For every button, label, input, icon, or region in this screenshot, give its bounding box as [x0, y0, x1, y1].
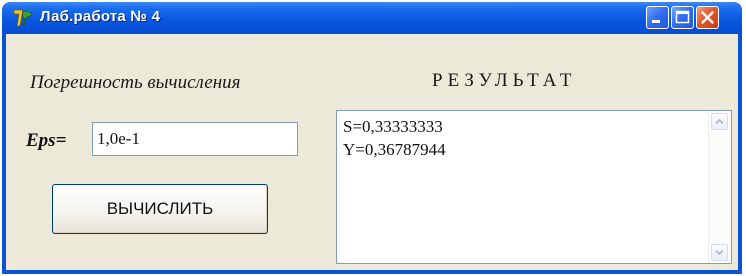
calculate-button[interactable]: ВЫЧИСЛИТЬ	[52, 184, 268, 234]
form-body: Погрешность вычисления РЕЗУЛЬТАТ Eps= ВЫ…	[6, 34, 738, 270]
result-label: РЕЗУЛЬТАТ	[432, 70, 577, 91]
maximize-button[interactable]	[671, 6, 694, 29]
maximize-icon	[675, 10, 690, 24]
title-bar[interactable]: Лаб.работа № 4	[2, 2, 742, 34]
scroll-down-button[interactable]	[711, 244, 728, 261]
eps-label: Eps=	[26, 130, 67, 151]
result-text: S=0,33333333 Y=0,36787944	[343, 115, 446, 161]
scroll-down-arrow-icon	[715, 249, 724, 256]
error-label: Погрешность вычисления	[30, 72, 241, 93]
close-icon	[701, 11, 714, 24]
minimize-button[interactable]	[646, 6, 669, 29]
eps-input[interactable]	[92, 122, 298, 156]
vertical-scrollbar[interactable]	[708, 111, 731, 263]
close-button[interactable]	[696, 6, 719, 29]
scroll-up-button[interactable]	[711, 113, 728, 130]
form-client-area: Погрешность вычисления РЕЗУЛЬТАТ Eps= ВЫ…	[6, 34, 738, 270]
delphi-icon[interactable]	[12, 8, 34, 28]
result-memo[interactable]: S=0,33333333 Y=0,36787944	[336, 110, 732, 264]
result-line-s: S=0,33333333	[343, 117, 443, 136]
minimize-icon	[652, 20, 660, 23]
window-title: Лаб.работа № 4	[40, 8, 161, 25]
result-line-y: Y=0,36787944	[343, 140, 446, 159]
main-window: Лаб.работа № 4 Погрешность вычисления РЕ…	[2, 2, 742, 274]
scroll-up-arrow-icon	[715, 118, 724, 125]
